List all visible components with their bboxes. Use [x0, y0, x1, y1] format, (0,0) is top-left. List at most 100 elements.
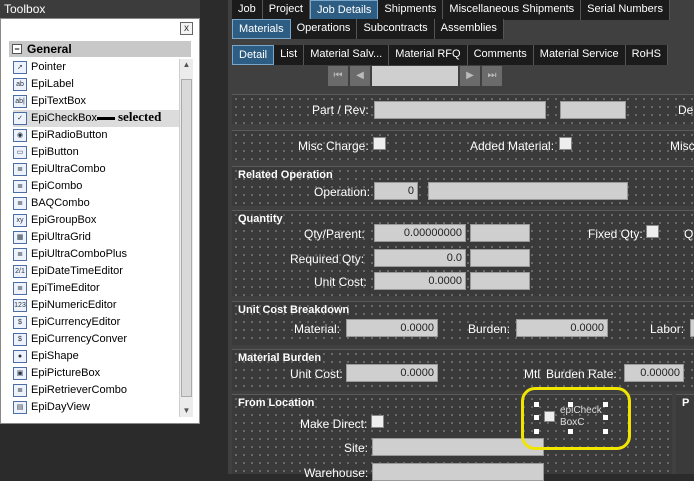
scroll-thumb[interactable]: [181, 79, 192, 397]
site-input[interactable]: [372, 438, 544, 456]
toolbox-item[interactable]: $ EpiCurrencyConver: [13, 331, 179, 348]
unit-cost-uom-input[interactable]: [470, 272, 530, 290]
fixed-qty-checkbox[interactable]: [646, 225, 659, 238]
scroll-down-icon[interactable]: ▼: [181, 405, 192, 417]
part-input[interactable]: [374, 101, 546, 119]
required-uom-input[interactable]: [470, 249, 530, 267]
toolbox-item-label: EpiNumericEditor: [31, 299, 117, 311]
tab-material-rfq[interactable]: Material RFQ: [389, 45, 468, 65]
burden-rate-label: Burden Rate:: [546, 367, 617, 381]
tab-subcontracts[interactable]: Subcontracts: [357, 19, 435, 39]
required-qty-input[interactable]: 0.0: [374, 249, 466, 267]
toolbox-item[interactable]: 2/1 EpiDateTimeEditor: [13, 263, 179, 280]
toolbox-item-label: EpiLabel: [31, 78, 74, 90]
prev-record-icon[interactable]: ◀: [350, 66, 370, 86]
tab-assemblies[interactable]: Assemblies: [434, 19, 504, 39]
toolbox-item-label: EpiCurrencyEditor: [31, 316, 121, 328]
material-input[interactable]: 0.0000: [346, 319, 438, 337]
tab-rohs[interactable]: RoHS: [625, 45, 668, 65]
related-operation-title: Related Operation: [238, 169, 333, 181]
burden-rate-input[interactable]: 0.00000: [624, 364, 684, 382]
tab-materials[interactable]: Materials: [232, 19, 291, 39]
operation-desc-input[interactable]: [428, 182, 628, 200]
misc-panel: Misc Charge: Added Material: Misc: [232, 130, 694, 160]
tab-job-details[interactable]: Job Details: [310, 0, 379, 20]
toolbox-item-label: EpiUltraCombo: [31, 163, 106, 175]
toolbox-item-label: EpiCurrencyConver: [31, 333, 127, 345]
burden-input[interactable]: 0.0000: [516, 319, 608, 337]
operation-input[interactable]: 0: [374, 182, 418, 200]
toolbox-item[interactable]: ➚ Pointer: [13, 59, 179, 76]
first-record-icon[interactable]: ⏮: [328, 66, 348, 86]
toolbox-item-label: EpiCheckBox: [31, 112, 98, 124]
toolbox-item[interactable]: xy EpiGroupBox: [13, 212, 179, 229]
unit-cost-input[interactable]: 0.0000: [374, 272, 466, 290]
unit-cost-label: Unit Cost:: [314, 275, 367, 289]
toolbox-item-label: EpiButton: [31, 146, 79, 158]
toolbox-title: Toolbox: [0, 0, 200, 18]
tab-serial-numbers[interactable]: Serial Numbers: [581, 0, 670, 20]
misc-charge-label: Misc Charge:: [298, 139, 369, 153]
added-material-checkbox[interactable]: [559, 137, 572, 150]
toolbox-item[interactable]: ▭ EpiButton: [13, 144, 179, 161]
toolbox-item-label: EpiDateTimeEditor: [31, 265, 123, 277]
tab-material-service[interactable]: Material Service: [533, 45, 626, 65]
tab-miscellaneous-shipments[interactable]: Miscellaneous Shipments: [443, 0, 582, 20]
toolbox-item[interactable]: ab EpiLabel: [13, 76, 179, 93]
scroll-up-icon[interactable]: ▲: [181, 59, 192, 71]
toolbox-item[interactable]: ▣ EpiPictureBox: [13, 365, 179, 382]
toolbox-item[interactable]: ≣ EpiCombo: [13, 178, 179, 195]
misc-charge-checkbox[interactable]: [373, 137, 386, 150]
uom-combo[interactable]: [470, 224, 530, 242]
tab-comments[interactable]: Comments: [467, 45, 534, 65]
toolbox-item[interactable]: 123 EpiNumericEditor: [13, 297, 179, 314]
part-rev-label: Part / Rev:: [312, 103, 369, 117]
tab-shipments[interactable]: Shipments: [378, 0, 444, 20]
toolbox-item[interactable]: ▤ EpiDayView: [13, 399, 179, 416]
selected-annotation: selected: [118, 109, 162, 124]
next-record-icon[interactable]: ▶: [460, 66, 480, 86]
toolbox-item[interactable]: ≣ EpiRetrieverCombo: [13, 382, 179, 399]
tab-job[interactable]: Job: [232, 0, 263, 20]
labor-label: Labor:: [650, 322, 685, 336]
tab-list[interactable]: List: [274, 45, 305, 65]
toolbox-item-label: EpiPictureBox: [31, 367, 101, 379]
toolbox-item[interactable]: ab| EpiTextBox: [13, 93, 179, 110]
mb-unit-cost-input[interactable]: 0.0000: [346, 364, 438, 382]
record-selector[interactable]: [372, 66, 458, 86]
toolbox-item[interactable]: ≣ EpiUltraCombo: [13, 161, 179, 178]
toolbox-item[interactable]: ● EpiShape: [13, 348, 179, 365]
label-icon: ab: [13, 78, 27, 91]
make-direct-checkbox[interactable]: [371, 415, 384, 428]
toolbox-category-general[interactable]: − General: [9, 41, 191, 57]
de-label: De: [678, 103, 694, 117]
toolbox-item-label: EpiTextBox: [31, 95, 87, 107]
toolbox-item-label: Pointer: [31, 61, 66, 73]
rev-input[interactable]: [560, 101, 626, 119]
category-label: General: [27, 42, 72, 56]
qty-parent-input[interactable]: 0.00000000: [374, 224, 466, 242]
tab-operations[interactable]: Operations: [290, 19, 358, 39]
collapse-icon[interactable]: −: [12, 44, 22, 54]
close-icon[interactable]: x: [180, 22, 193, 35]
shape-icon: ●: [13, 350, 27, 363]
toolbox-item[interactable]: ≣ EpiTimeEditor: [13, 280, 179, 297]
toolbox-item[interactable]: ≣ BAQCombo: [13, 195, 179, 212]
tab-material-salv[interactable]: Material Salv...: [304, 45, 390, 65]
highlight-circle: [521, 387, 631, 450]
toolbox-panel: x − General ➚ Pointer ab EpiLabel ab| EpiText…: [0, 18, 200, 424]
from-location-title: From Location: [238, 397, 315, 409]
tab-detail[interactable]: Detail: [232, 45, 275, 65]
toolbox-scrollbar[interactable]: ▲ ▼: [179, 59, 193, 417]
currency-icon: $: [13, 316, 27, 329]
misc-label: Misc: [670, 139, 694, 153]
labor-input[interactable]: [690, 319, 694, 337]
toolbox-item[interactable]: ◉ EpiRadioButton: [13, 127, 179, 144]
warehouse-input[interactable]: [372, 463, 544, 481]
toolbox-item[interactable]: $ EpiCurrencyEditor: [13, 314, 179, 331]
record-navigator: ⏮ ◀ ▶ ⏭: [328, 66, 502, 86]
tab-project[interactable]: Project: [262, 0, 310, 20]
toolbox-item[interactable]: ▦ EpiUltraGrid: [13, 229, 179, 246]
last-record-icon[interactable]: ⏭: [482, 66, 502, 86]
toolbox-item[interactable]: ≣ EpiUltraComboPlus: [13, 246, 179, 263]
